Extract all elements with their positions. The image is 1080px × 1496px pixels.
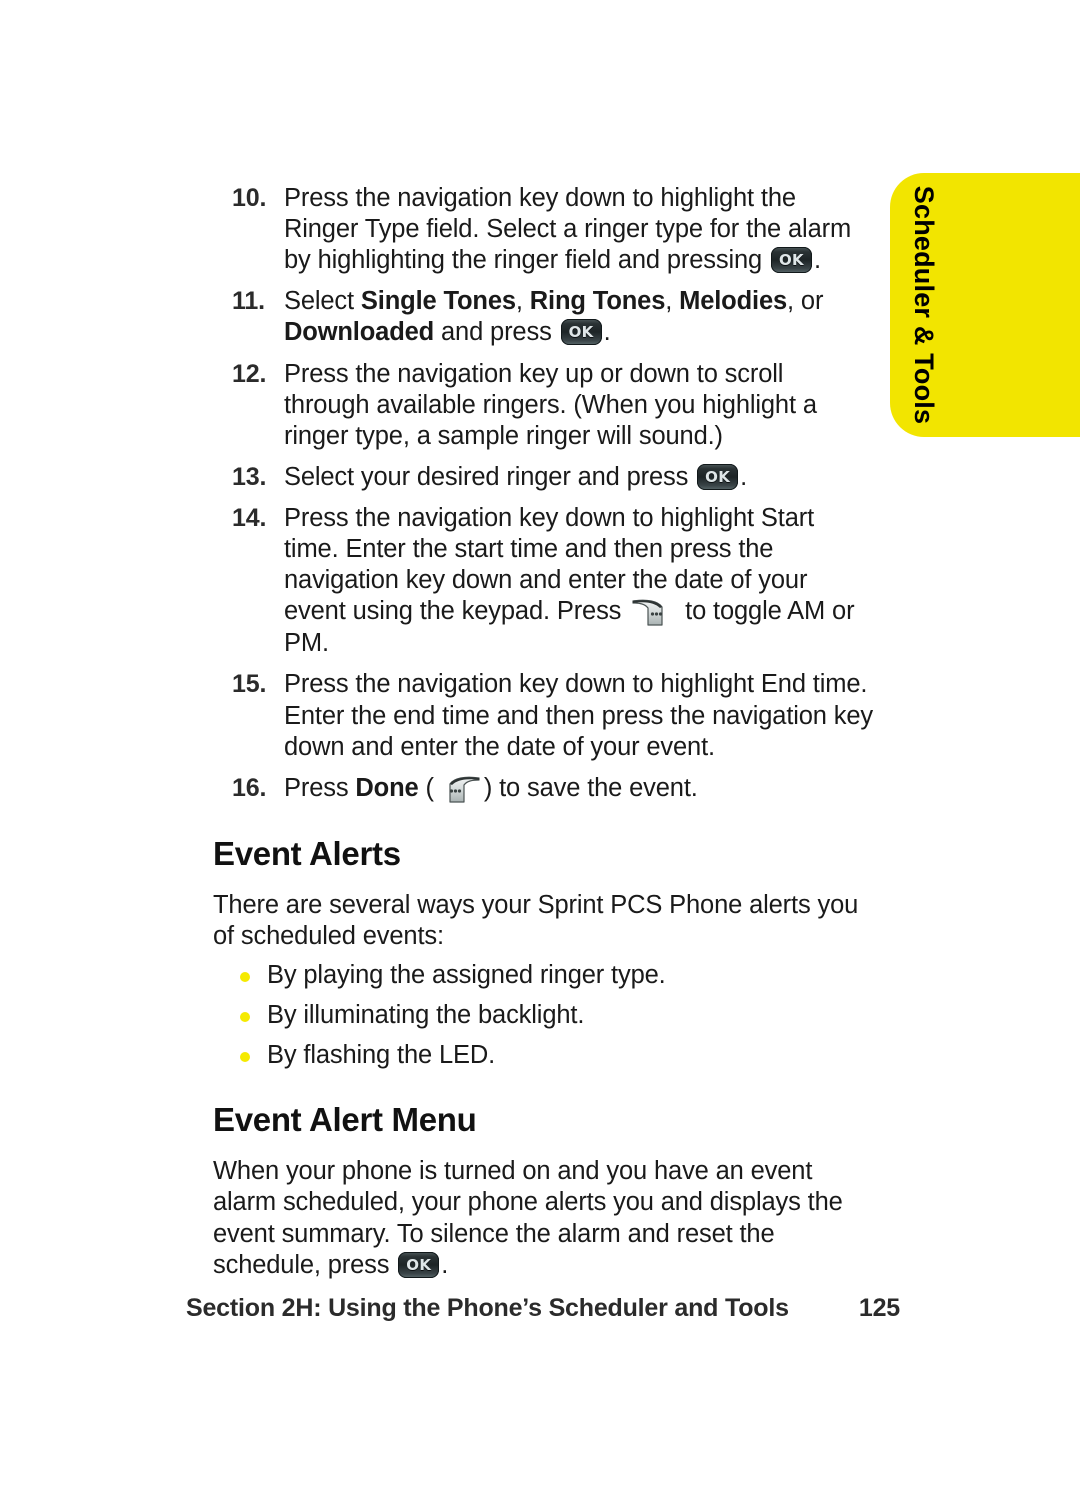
step-number: 15. xyxy=(232,670,267,699)
step-number: 13. xyxy=(232,462,267,491)
list-item: By flashing the LED. xyxy=(213,1040,873,1071)
right-soft-key-icon xyxy=(631,596,675,628)
step-text: Press the navigation key down to highlig… xyxy=(284,670,873,761)
list-item: By playing the assigned ringer type. xyxy=(213,960,873,991)
numbered-step: 12. Press the navigation key up or down t… xyxy=(213,359,873,452)
footer-page-number: 125 xyxy=(858,1294,900,1322)
ok-key-icon xyxy=(697,463,739,490)
emphasis-text: Ring Tones xyxy=(529,287,666,316)
numbered-step: 10. Press the navigation key down to high… xyxy=(213,183,873,276)
emphasis-text: Done xyxy=(355,773,419,802)
step-text: Press the navigation key down to highlig… xyxy=(284,183,873,276)
step-number: 11. xyxy=(232,287,265,316)
ok-key-icon xyxy=(398,1251,440,1278)
step-text: Select Single Tones, Ring Tones, Melodie… xyxy=(284,286,873,348)
numbered-step: 16. Press Done () to save the event. xyxy=(213,773,873,805)
event-alerts-bullet-list: By playing the assigned ringer type. By i… xyxy=(213,960,873,1071)
step-text: Press Done () to save the event. xyxy=(284,773,873,805)
manual-page: Scheduler & Tools 10. Press the navigatio… xyxy=(0,0,1080,1496)
side-tab-scheduler-tools: Scheduler & Tools xyxy=(890,173,1080,437)
left-soft-key-icon xyxy=(437,773,481,805)
numbered-step: 14. Press the navigation key down to high… xyxy=(213,503,873,659)
ok-key-icon xyxy=(560,319,602,346)
heading-event-alert-menu: Event Alert Menu xyxy=(213,1101,477,1139)
bullet-label: By playing the assigned ringer type. xyxy=(267,960,666,989)
side-tab-label: Scheduler & Tools xyxy=(909,185,940,425)
step-text: Press the navigation key down to highlig… xyxy=(284,503,855,658)
page-content: 10. Press the navigation key down to high… xyxy=(213,183,873,1289)
emphasis-text: Downloaded xyxy=(284,318,435,347)
page-footer: Section 2H: Using the Phone’s Scheduler … xyxy=(186,1294,912,1323)
numbered-step: 11. Select Single Tones, Ring Tones, Melo… xyxy=(213,286,873,348)
step-text: Press the navigation key up or down to s… xyxy=(284,359,817,450)
heading-event-alerts: Event Alerts xyxy=(213,834,401,872)
bullet-label: By flashing the LED. xyxy=(267,1041,496,1070)
step-number: 14. xyxy=(232,503,267,532)
step-number: 16. xyxy=(232,773,267,802)
bullet-dot-icon xyxy=(240,1012,250,1023)
step-text: Select your desired ringer and press . xyxy=(284,462,873,493)
numbered-step: 15. Press the navigation key down to high… xyxy=(213,669,873,762)
ok-key-icon xyxy=(771,247,812,274)
step-number: 12. xyxy=(232,359,267,388)
footer-section-label: Section 2H: Using the Phone’s Scheduler … xyxy=(186,1294,789,1322)
emphasis-text: Single Tones xyxy=(360,287,516,316)
numbered-step-list: 10. Press the navigation key down to high… xyxy=(213,183,873,805)
bullet-label: By illuminating the backlight. xyxy=(267,1001,585,1030)
emphasis-text: Melodies xyxy=(679,287,788,316)
numbered-step: 13. Select your desired ringer and press … xyxy=(213,462,873,493)
event-alerts-intro: There are several ways your Sprint PCS P… xyxy=(213,890,859,950)
bullet-dot-icon xyxy=(240,971,250,982)
event-alert-menu-paragraph: When your phone is turned on and you hav… xyxy=(213,1156,873,1280)
bullet-dot-icon xyxy=(240,1052,250,1063)
step-number: 10. xyxy=(232,184,267,212)
list-item: By illuminating the backlight. xyxy=(213,1000,873,1031)
